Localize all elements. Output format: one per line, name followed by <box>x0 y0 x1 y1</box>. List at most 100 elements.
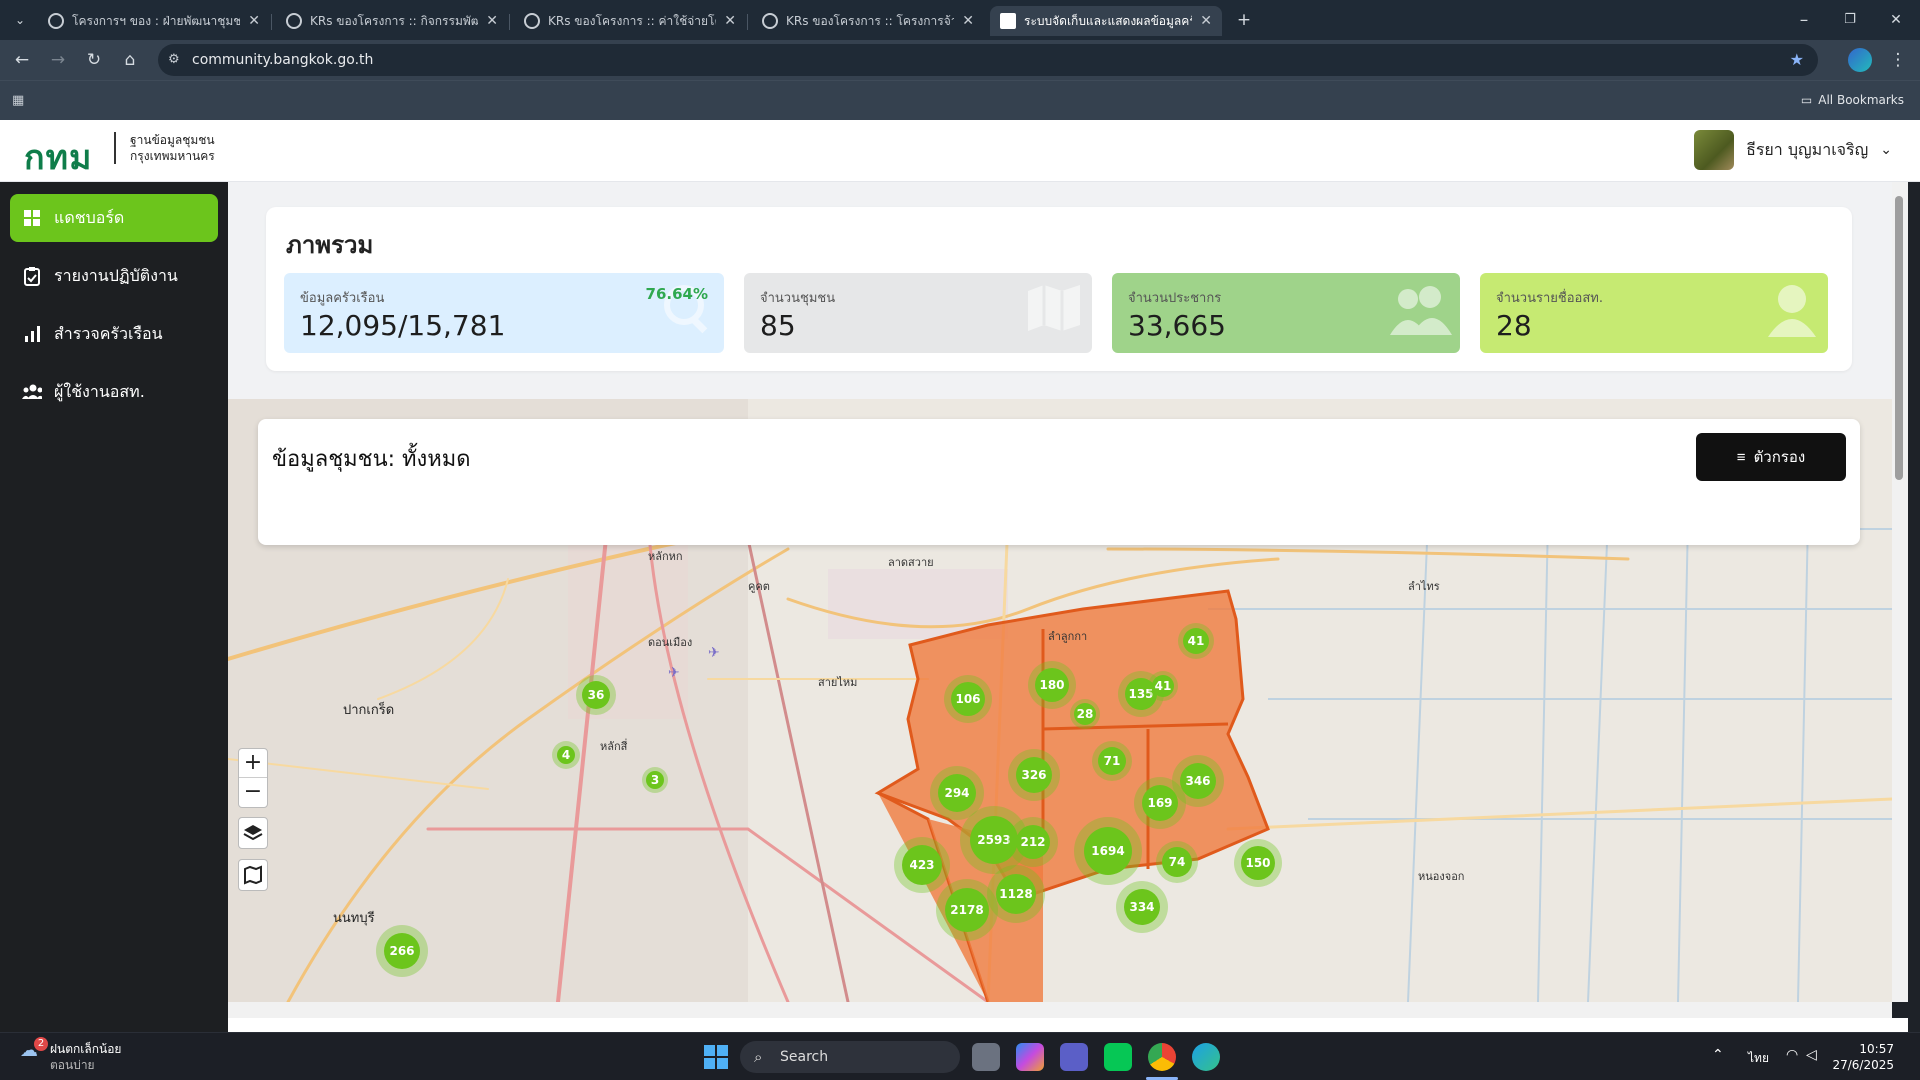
tab-title: KRs ของโครงการ :: กิจกรรมพัฒนาฐ <box>310 13 479 28</box>
community-cluster[interactable]: 423 <box>894 837 950 893</box>
cluster-count: 28 <box>1074 703 1096 725</box>
forward-icon[interactable]: → <box>46 48 70 72</box>
cluster-count: 71 <box>1098 747 1126 775</box>
weather-subtitle: ตอนบ่าย <box>50 1058 95 1072</box>
community-cluster[interactable]: 2178 <box>936 879 998 941</box>
community-cluster[interactable]: 36 <box>576 675 616 715</box>
close-icon[interactable]: ✕ <box>486 13 498 29</box>
input-language[interactable]: ไทย <box>1748 1049 1769 1068</box>
card-value: 12,095/15,781 <box>300 309 506 342</box>
community-cluster[interactable]: 212 <box>1008 817 1058 867</box>
community-cluster[interactable]: 4 <box>552 741 580 769</box>
svg-text:✈: ✈ <box>668 665 680 681</box>
community-info-panel: ข้อมูลชุมชน: ทั้งหมด ≡ ตัวกรอง <box>258 419 1860 545</box>
site-info-icon[interactable]: ⚙ <box>168 44 180 76</box>
tab-search-icon[interactable]: ⌄ <box>8 8 32 32</box>
bma-logo[interactable]: กทม <box>24 130 92 184</box>
basemap-button[interactable] <box>238 859 268 891</box>
card-label: จำนวนรายชื่ออสท. <box>1496 291 1603 306</box>
star-icon[interactable]: ★ <box>1790 44 1804 76</box>
teams-icon[interactable] <box>1060 1043 1088 1071</box>
horizontal-scrollbar[interactable] <box>228 1002 1892 1018</box>
cluster-count: 326 <box>1016 757 1052 793</box>
community-cluster[interactable]: 3 <box>642 767 668 793</box>
close-icon[interactable]: ✕ <box>1200 13 1212 29</box>
edge-icon[interactable] <box>1192 1043 1220 1071</box>
browser-tab[interactable]: KRs ของโครงการ :: ค่าใช้จ่ายโครงการ ✕ <box>514 6 746 36</box>
cluster-count: 2178 <box>945 888 989 932</box>
taskbar-search[interactable]: ⌕ Search <box>740 1041 960 1073</box>
community-cluster[interactable]: 1694 <box>1074 817 1142 885</box>
sidebar-item-household-survey[interactable]: สำรวจครัวเรือน <box>10 310 218 358</box>
chevron-up-icon[interactable]: ⌃ <box>1712 1047 1724 1063</box>
browser-tab[interactable]: KRs ของโครงการ :: โครงการจ้างอาส ✕ <box>752 6 984 36</box>
reload-icon[interactable]: ↻ <box>82 48 106 72</box>
wifi-icon[interactable]: ◠ <box>1786 1047 1798 1063</box>
windows-start-icon[interactable] <box>704 1045 728 1073</box>
back-icon[interactable]: ← <box>10 48 34 72</box>
volume-icon[interactable]: ◁ <box>1806 1047 1817 1063</box>
weather-widget[interactable]: ☁ 2 ฝนตกเล็กน้อย ตอนบ่าย <box>20 1037 121 1073</box>
cluster-count: 423 <box>902 845 942 885</box>
copilot-icon[interactable] <box>1016 1043 1044 1071</box>
place-label: หลักหก <box>648 550 683 563</box>
browser-tab[interactable]: KRs ของโครงการ :: กิจกรรมพัฒนาฐ ✕ <box>276 6 508 36</box>
community-cluster[interactable]: 326 <box>1008 749 1060 801</box>
close-window-icon[interactable]: ✕ <box>1884 8 1908 32</box>
scrollbar-thumb[interactable] <box>1895 196 1903 480</box>
chrome-icon[interactable] <box>1148 1043 1176 1071</box>
place-label: สายไหม <box>818 676 858 689</box>
card-label: จำนวนชุมชน <box>760 291 836 306</box>
sidebar-item-label: ผู้ใช้งานอสท. <box>54 381 145 401</box>
browser-tab-strip: ⌄ โครงการฯ ของ : ฝ่ายพัฒนาชุมชนแล ✕ KRs … <box>0 0 1920 40</box>
sidebar-item-dashboard[interactable]: แดชบอร์ด <box>10 194 218 242</box>
windows-taskbar: ☁ 2 ฝนตกเล็กน้อย ตอนบ่าย ⌕ Search ⌃ ไทย … <box>0 1032 1920 1080</box>
logo-line-1: ฐานข้อมูลชุมชน <box>130 133 215 147</box>
community-panel-title: ข้อมูลชุมชน: ทั้งหมด <box>272 447 471 472</box>
zoom-in-button[interactable]: + <box>239 749 267 777</box>
user-menu[interactable]: ธีรยา บุญมาเจริญ ⌄ <box>1694 130 1892 170</box>
community-cluster[interactable]: 334 <box>1116 881 1168 933</box>
user-name: ธีรยา บุญมาเจริญ <box>1746 139 1869 159</box>
home-icon[interactable]: ⌂ <box>118 48 142 72</box>
place-label: ปากเกร็ด <box>343 703 395 718</box>
community-cluster[interactable]: 41 <box>1148 671 1178 701</box>
new-tab-icon[interactable]: + <box>1232 8 1256 32</box>
globe-icon <box>48 13 64 29</box>
zoom-out-button[interactable]: − <box>239 777 267 806</box>
community-cluster[interactable]: 74 <box>1156 841 1198 883</box>
community-cluster[interactable]: 41 <box>1178 623 1214 659</box>
sidebar-item-label: รายงานปฏิบัติงาน <box>54 265 178 285</box>
sidebar-item-work-report[interactable]: รายงานปฏิบัติงาน <box>10 252 218 300</box>
address-bar[interactable]: ⚙ community.bangkok.go.th ★ <box>158 44 1818 76</box>
sidebar-item-users[interactable]: ผู้ใช้งานอสท. <box>10 368 218 416</box>
system-clock[interactable]: 10:57 27/6/2025 <box>1832 1041 1894 1073</box>
community-map[interactable]: ✈ ✈ หลักหก คูคต ลาดสวาย ลำลูกกา ลำไทร ปา… <box>228 399 1892 1002</box>
community-cluster[interactable]: 266 <box>376 925 428 977</box>
community-cluster[interactable]: 28 <box>1070 699 1100 729</box>
community-cluster[interactable]: 180 <box>1028 661 1076 709</box>
restore-icon[interactable]: ❐ <box>1838 8 1862 32</box>
filter-button[interactable]: ≡ ตัวกรอง <box>1696 433 1846 481</box>
profile-avatar-icon[interactable] <box>1848 48 1872 72</box>
browser-tab-active[interactable]: ระบบจัดเก็บและแสดงผลข้อมูลครัวเรือ ✕ <box>990 6 1222 36</box>
community-cluster[interactable]: 169 <box>1134 777 1186 829</box>
menu-dots-icon[interactable]: ⋮ <box>1886 48 1910 72</box>
minimize-icon[interactable]: – <box>1792 8 1816 32</box>
close-icon[interactable]: ✕ <box>248 13 260 29</box>
place-label: ลำไทร <box>1408 580 1440 593</box>
layers-button[interactable] <box>238 817 268 849</box>
close-icon[interactable]: ✕ <box>962 13 974 29</box>
community-cluster[interactable]: 106 <box>944 675 992 723</box>
all-bookmarks-button[interactable]: ▭ All Bookmarks <box>1801 93 1904 107</box>
filter-label: ตัวกรอง <box>1753 449 1806 466</box>
community-cluster[interactable]: 71 <box>1092 741 1132 781</box>
line-app-icon[interactable] <box>1104 1043 1132 1071</box>
task-view-icon[interactable] <box>972 1043 1000 1071</box>
browser-tab[interactable]: โครงการฯ ของ : ฝ่ายพัฒนาชุมชนแล ✕ <box>38 6 270 36</box>
apps-grid-icon[interactable]: ▦ <box>12 93 28 109</box>
main-content: ภาพรวม ข้อมูลครัวเรือน 76.64% 12,095/15,… <box>228 182 1892 1002</box>
dashboard-icon <box>22 208 42 228</box>
close-icon[interactable]: ✕ <box>724 13 736 29</box>
community-cluster[interactable]: 150 <box>1234 839 1282 887</box>
